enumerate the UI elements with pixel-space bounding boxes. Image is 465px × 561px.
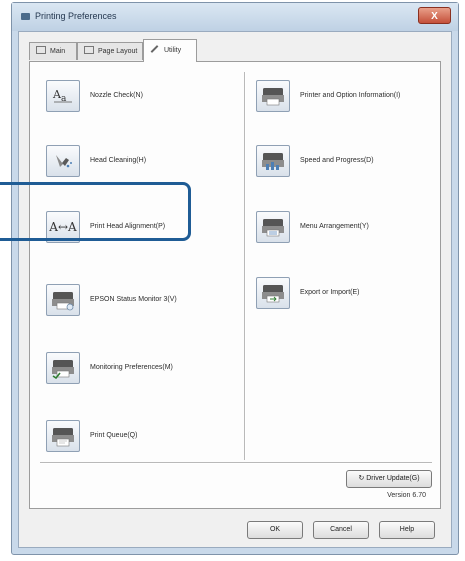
monitoring-preferences-icon[interactable] bbox=[46, 352, 80, 384]
speed-progress-label: Speed and Progress(D) bbox=[300, 157, 374, 164]
monitoring-preferences-label: Monitoring Preferences(M) bbox=[90, 364, 173, 371]
tab-page-layout[interactable]: Page Layout bbox=[77, 42, 143, 60]
status-monitor-item[interactable]: EPSON Status Monitor 3(V) bbox=[46, 284, 236, 318]
tab-utility[interactable]: Utility bbox=[143, 39, 197, 62]
window-title: Printing Preferences bbox=[35, 11, 117, 21]
menu-arrangement-item[interactable]: Menu Arrangement(Y) bbox=[256, 211, 436, 245]
speed-progress-item[interactable]: Speed and Progress(D) bbox=[256, 145, 436, 179]
status-monitor-icon[interactable] bbox=[46, 284, 80, 316]
close-button[interactable]: X bbox=[418, 7, 451, 24]
export-import-icon[interactable] bbox=[256, 277, 290, 309]
help-button[interactable]: Help bbox=[379, 521, 435, 539]
menu-arrangement-label: Menu Arrangement(Y) bbox=[300, 223, 369, 230]
menu-arrangement-icon[interactable] bbox=[256, 211, 290, 243]
tab-main-label: Main bbox=[50, 48, 66, 55]
tab-main[interactable]: Main bbox=[29, 42, 77, 60]
utility-tab-icon bbox=[150, 45, 159, 53]
main-tab-icon bbox=[36, 46, 46, 54]
head-cleaning-item[interactable]: Head Cleaning(H) bbox=[46, 145, 236, 179]
printer-information-icon[interactable] bbox=[256, 80, 290, 112]
column-divider bbox=[244, 72, 246, 460]
print-queue-label: Print Queue(Q) bbox=[90, 432, 138, 439]
printer-app-icon bbox=[21, 13, 30, 20]
version-label: Version 6.70 bbox=[387, 492, 426, 499]
export-import-label: Export or Import(E) bbox=[300, 289, 360, 296]
nozzle-check-item[interactable]: A a Nozzle Check(N) bbox=[46, 80, 236, 114]
tab-page-layout-label: Page Layout bbox=[98, 48, 138, 55]
printing-preferences-window: Printing Preferences X Main Page Layout … bbox=[11, 2, 459, 555]
bottom-divider bbox=[40, 462, 432, 464]
utility-panel: A a Nozzle Check(N) Head Cleaning(H) A↔A… bbox=[29, 61, 441, 509]
speed-progress-icon[interactable] bbox=[256, 145, 290, 177]
print-queue-item[interactable]: Print Queue(Q) bbox=[46, 420, 236, 454]
title-bar[interactable]: Printing Preferences X bbox=[12, 3, 458, 31]
driver-update-button[interactable]: ↻ Driver Update(G) bbox=[346, 470, 432, 488]
head-cleaning-icon[interactable] bbox=[46, 145, 80, 177]
dialog-client-area: Main Page Layout Utility A a Nozzle Chec… bbox=[18, 31, 452, 548]
printer-information-label: Printer and Option Information(I) bbox=[300, 92, 401, 99]
cancel-button[interactable]: Cancel bbox=[313, 521, 369, 539]
nozzle-check-label: Nozzle Check(N) bbox=[90, 92, 143, 99]
head-cleaning-label: Head Cleaning(H) bbox=[90, 157, 147, 164]
nozzle-check-icon[interactable]: A a bbox=[46, 80, 80, 112]
print-queue-icon[interactable] bbox=[46, 420, 80, 452]
printer-information-item[interactable]: Printer and Option Information(I) bbox=[256, 80, 436, 114]
callout-highlight-frame bbox=[0, 182, 191, 241]
ok-button[interactable]: OK bbox=[247, 521, 303, 539]
status-monitor-label: EPSON Status Monitor 3(V) bbox=[90, 296, 177, 303]
monitoring-preferences-item[interactable]: Monitoring Preferences(M) bbox=[46, 352, 236, 386]
page-layout-tab-icon bbox=[84, 46, 94, 54]
export-import-item[interactable]: Export or Import(E) bbox=[256, 277, 436, 311]
tab-utility-label: Utility bbox=[164, 47, 182, 54]
